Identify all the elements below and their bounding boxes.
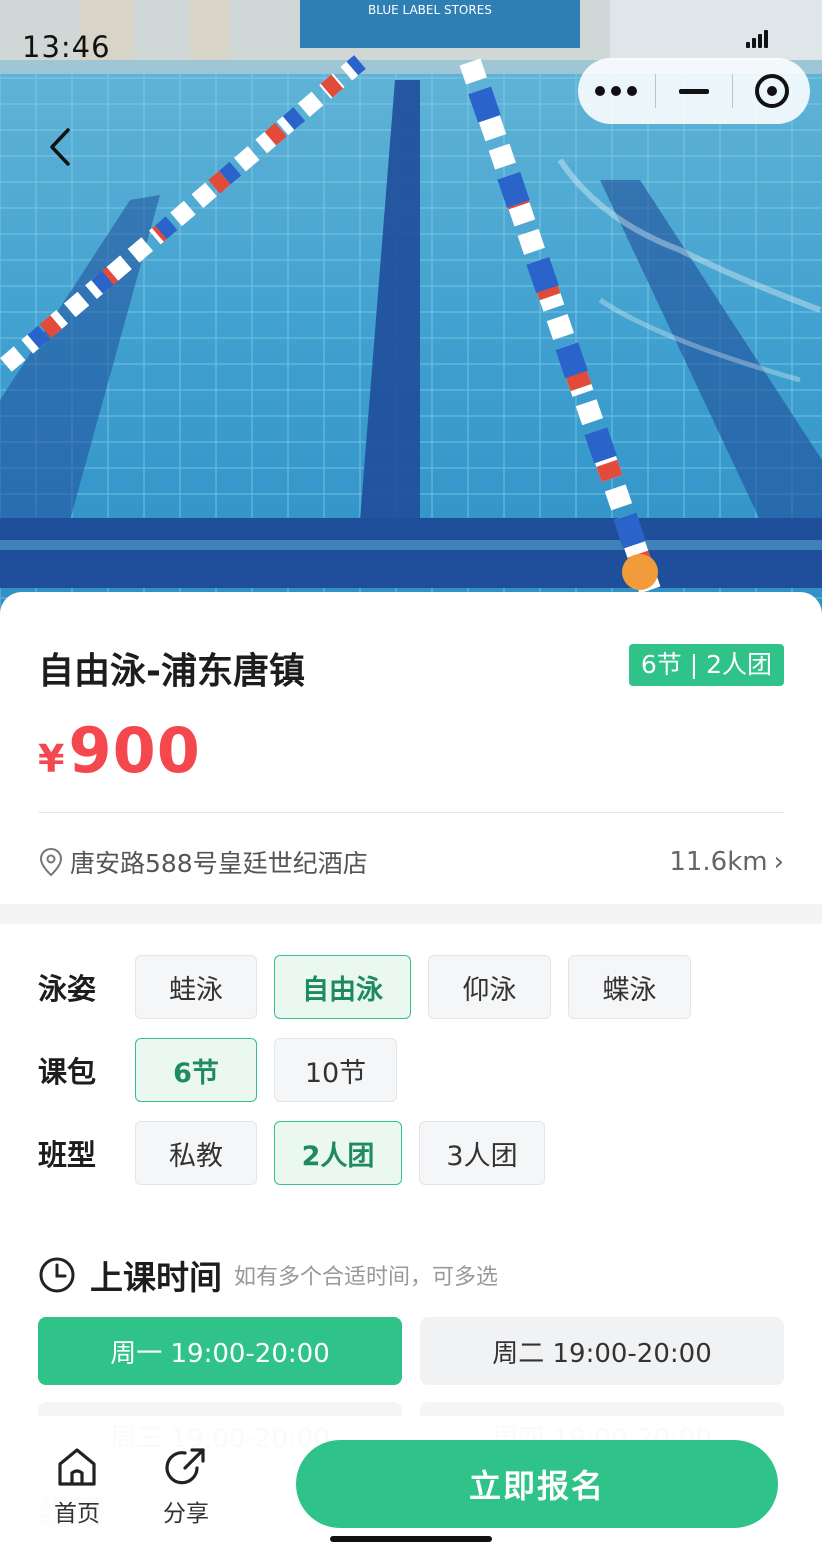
minimize-button[interactable] xyxy=(656,58,733,124)
package-option-row: 课包 6节 10节 xyxy=(38,1037,414,1103)
enroll-button[interactable]: 立即报名 xyxy=(296,1440,778,1528)
section-separator xyxy=(0,904,822,924)
close-button[interactable] xyxy=(733,58,810,124)
home-label: 首页 xyxy=(54,1501,100,1527)
package-chip[interactable]: 10节 xyxy=(274,1038,397,1102)
distance-text: 11.6km xyxy=(669,847,768,877)
more-button[interactable] xyxy=(578,58,655,124)
price-value: 900 xyxy=(68,714,201,787)
class-type-chip[interactable]: 3人团 xyxy=(419,1121,545,1185)
chevron-right-icon: › xyxy=(773,847,784,877)
schedule-header: 上课时间 如有多个合适时间，可多选 xyxy=(38,1250,498,1300)
stroke-chip[interactable]: 仰泳 xyxy=(428,955,551,1019)
more-dots-icon xyxy=(595,86,638,96)
package-label: 课包 xyxy=(38,1055,97,1089)
signal-icon xyxy=(746,28,770,48)
divider xyxy=(38,812,784,813)
hero-image: BLUE LABEL STORES 13:46 xyxy=(0,0,822,640)
package-tag: 6节 | 2人团 xyxy=(628,644,784,686)
target-close-icon xyxy=(754,74,789,108)
share-icon xyxy=(165,1448,205,1485)
time-slot[interactable]: 周二 19:00-20:00 xyxy=(420,1317,784,1385)
stroke-chip[interactable]: 蝶泳 xyxy=(568,955,691,1019)
mini-program-capsule xyxy=(578,58,810,124)
home-icon xyxy=(58,1448,96,1486)
stroke-label: 泳姿 xyxy=(38,972,97,1006)
clock-icon xyxy=(39,1257,75,1293)
course-card: 自由泳-浦东唐镇 6节 | 2人团 ¥ 900 唐安路588号皇廷世纪酒店 11… xyxy=(0,592,822,1550)
back-button[interactable] xyxy=(42,122,82,172)
schedule-subtitle: 如有多个合适时间，可多选 xyxy=(234,1265,499,1290)
schedule-title: 上课时间 xyxy=(90,1258,222,1297)
currency-symbol: ¥ xyxy=(38,737,65,781)
package-chip-selected[interactable]: 6节 xyxy=(135,1038,257,1102)
minimize-icon xyxy=(679,88,709,94)
share-label: 分享 xyxy=(163,1501,209,1527)
chevron-left-icon xyxy=(50,128,70,166)
home-indicator xyxy=(330,1536,492,1542)
price: ¥ 900 xyxy=(38,714,201,787)
stroke-chip[interactable]: 蛙泳 xyxy=(135,955,257,1019)
class-type-label: 班型 xyxy=(38,1138,97,1172)
home-button[interactable]: 首页 xyxy=(42,1444,112,1528)
bottom-action-bar: 首页 分享 立即报名 xyxy=(0,1416,822,1550)
status-time: 13:46 xyxy=(22,30,111,64)
class-type-chip[interactable]: 私教 xyxy=(135,1121,257,1185)
time-slot-selected[interactable]: 周一 19:00-20:00 xyxy=(38,1317,402,1385)
stroke-chip-selected[interactable]: 自由泳 xyxy=(274,955,411,1019)
class-type-chip-selected[interactable]: 2人团 xyxy=(274,1121,402,1185)
share-button[interactable]: 分享 xyxy=(151,1444,221,1528)
class-type-option-row: 班型 私教 2人团 3人团 xyxy=(38,1120,562,1186)
stroke-option-row: 泳姿 蛙泳 自由泳 仰泳 蝶泳 xyxy=(38,954,708,1020)
sign-text: BLUE LABEL STORES xyxy=(368,3,492,17)
address-row[interactable]: 唐安路588号皇廷世纪酒店 11.6km › xyxy=(38,840,784,884)
address-text: 唐安路588号皇廷世纪酒店 xyxy=(70,849,368,878)
course-title: 自由泳-浦东唐镇 xyxy=(38,651,305,692)
location-pin-icon xyxy=(39,847,63,877)
